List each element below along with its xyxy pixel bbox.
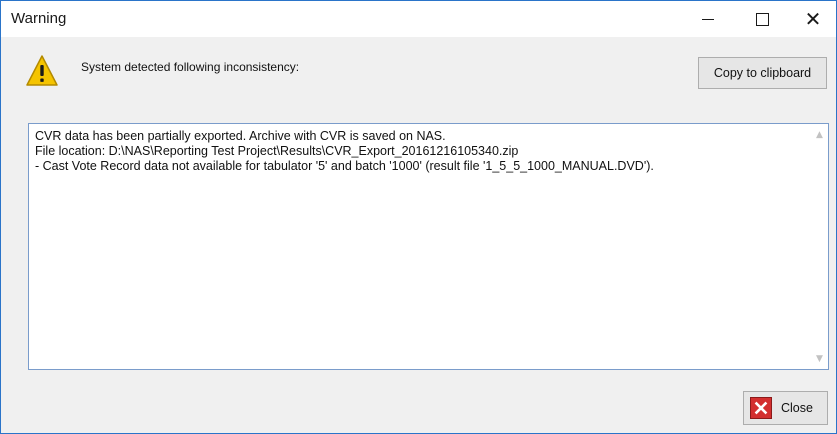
close-button-label: Close: [781, 401, 813, 415]
maximize-icon: [755, 12, 769, 26]
close-button[interactable]: Close: [743, 391, 828, 425]
window-title: Warning: [11, 10, 67, 27]
details-line: - Cast Vote Record data not available fo…: [35, 159, 654, 173]
warning-dialog: Warning ✕ System detected following inco…: [0, 0, 837, 434]
minimize-icon: [702, 18, 714, 20]
details-text: CVR data has been partially exported. Ar…: [35, 129, 805, 174]
vertical-scrollbar[interactable]: ▲ ▼: [811, 124, 828, 369]
details-line: CVR data has been partially exported. Ar…: [35, 129, 446, 143]
details-line: File location: D:\NAS\Reporting Test Pro…: [35, 144, 519, 158]
details-textbox[interactable]: CVR data has been partially exported. Ar…: [28, 123, 829, 370]
minimize-button[interactable]: [685, 1, 731, 37]
copy-to-clipboard-button[interactable]: Copy to clipboard: [698, 57, 827, 89]
title-bar[interactable]: Warning ✕: [1, 1, 836, 37]
dialog-message: System detected following inconsistency:: [81, 60, 300, 74]
close-icon: ✕: [804, 7, 822, 31]
warning-icon: [26, 55, 58, 86]
maximize-button[interactable]: [739, 1, 785, 37]
scroll-down-icon[interactable]: ▼: [811, 350, 828, 367]
close-x-icon: [750, 397, 772, 419]
close-window-button[interactable]: ✕: [790, 1, 836, 37]
scroll-up-icon[interactable]: ▲: [811, 126, 828, 143]
